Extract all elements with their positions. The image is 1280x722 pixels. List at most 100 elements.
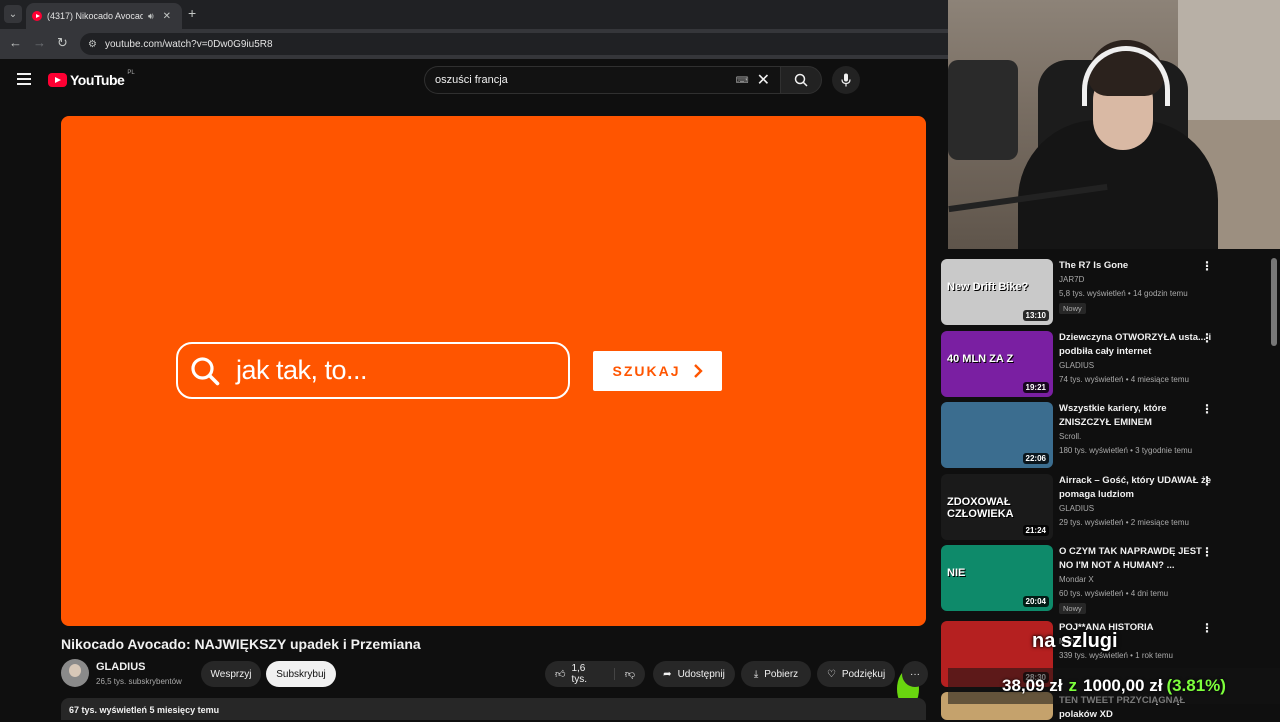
video-search-button-graphic: SZUKAJ xyxy=(593,351,722,391)
channel-avatar[interactable] xyxy=(61,659,89,687)
keyboard-icon[interactable]: ⌨ xyxy=(736,75,749,86)
new-badge: Nowy xyxy=(1059,303,1086,314)
recommendation-item[interactable]: ZDOXOWAŁ CZŁOWIEKA 21:24 Airrack – Gość, k… xyxy=(941,474,1221,542)
like-dislike-group[interactable]: 👍︎ 1,6 tys. 👎︎ xyxy=(545,661,645,687)
channel-name[interactable]: GLADIUS xyxy=(96,661,146,673)
recommendation-thumbnail[interactable]: ZDOXOWAŁ CZŁOWIEKA 21:24 xyxy=(941,474,1053,540)
thumbnail-text: 40 MLN ZA Z xyxy=(947,353,1014,365)
recommendation-channel[interactable]: JAR7D xyxy=(1059,273,1219,287)
webcam-overlay xyxy=(948,0,1280,249)
recommendation-thumbnail[interactable]: NIE 20:04 xyxy=(941,545,1053,611)
video-player[interactable]: jak tak, to... SZUKAJ xyxy=(61,116,926,626)
audio-playing-icon[interactable]: 🔊︎ xyxy=(148,11,154,22)
recommendation-channel[interactable]: GLADIUS xyxy=(1059,502,1219,516)
video-search-text: jak tak, to... xyxy=(236,355,368,385)
hamburger-menu-icon[interactable] xyxy=(17,73,31,88)
heart-dollar-icon: ♡ xyxy=(826,668,836,680)
more-icon: ··· xyxy=(910,668,920,680)
donation-percent: (3.81%) xyxy=(1166,676,1226,695)
recommendation-title[interactable]: Wszystkie kariery, które ZNISZCZYŁ EMINE… xyxy=(1059,402,1215,430)
share-label: Udostępnij xyxy=(677,668,725,680)
chevron-right-icon xyxy=(693,364,703,378)
donation-goal-label: na szlugi xyxy=(1032,630,1118,652)
scrollbar-thumb[interactable] xyxy=(1271,258,1277,346)
youtube-play-icon xyxy=(48,73,67,87)
new-tab-button[interactable]: + xyxy=(188,5,196,21)
voice-search-button[interactable] xyxy=(832,66,860,94)
recommendation-thumbnail[interactable]: 40 MLN ZA Z 19:21 xyxy=(941,331,1053,397)
browser-tab-bar: ⌄ (4317) Nikocado Avocado: N 🔊︎ ✕ + xyxy=(0,0,948,29)
subscribe-button[interactable]: Subskrybuj xyxy=(266,661,336,687)
youtube-logo[interactable]: YouTube PL xyxy=(48,70,135,88)
site-info-icon[interactable]: ⚙ xyxy=(88,39,97,50)
youtube-search-input[interactable]: oszuści francja ⌨ ✕ xyxy=(424,66,780,94)
magnifier-icon xyxy=(191,356,220,385)
donation-goal-bar: 38,09 zł z 1000,00 zł (3.81%) xyxy=(948,668,1280,704)
recommendation-meta: 29 tys. wyświetleń • 2 miesiące temu xyxy=(1059,518,1189,527)
back-arrow-icon[interactable]: ← xyxy=(9,35,22,50)
youtube-wordmark: YouTube xyxy=(70,72,125,88)
video-duration: 22:06 xyxy=(1022,453,1049,464)
recommendation-thumbnail[interactable]: 22:06 xyxy=(941,402,1053,468)
recommendation-item[interactable]: 40 MLN ZA Z 19:21 Dziewczyna OTWORZYŁA ust… xyxy=(941,331,1221,399)
recommendation-channel[interactable]: Scroll. xyxy=(1059,430,1219,444)
share-button[interactable]: ➦ Udostępnij xyxy=(653,661,735,687)
recommendation-meta: 60 tys. wyświetleń • 4 dni temu xyxy=(1059,589,1169,598)
recommendation-item[interactable]: New Drift Bike? 13:10 The R7 Is Gone JAR7D 5… xyxy=(941,259,1221,327)
thumbs-down-icon[interactable]: 👎︎ xyxy=(613,668,635,680)
recommendation-title[interactable]: The R7 Is Gone xyxy=(1059,259,1215,273)
recommendation-title[interactable]: Airrack – Gość, który UDAWAŁ że pomaga l… xyxy=(1059,474,1215,502)
search-button[interactable] xyxy=(780,66,822,94)
search-icon xyxy=(794,73,808,87)
new-badge: Nowy xyxy=(1059,603,1086,614)
browser-tab[interactable]: (4317) Nikocado Avocado: N 🔊︎ ✕ xyxy=(26,3,182,29)
forward-arrow-icon[interactable]: → xyxy=(33,35,46,50)
support-button[interactable]: Wesprzyj xyxy=(201,661,261,687)
thumbnail-text: ZDOXOWAŁ CZŁOWIEKA xyxy=(947,496,1014,520)
video-duration: 21:24 xyxy=(1022,525,1049,536)
recommendation-title[interactable]: O CZYM TAK NAPRAWDĘ JEST NO I'M NOT A HU… xyxy=(1059,545,1215,573)
recommendation-more-icon[interactable]: ⋮ xyxy=(1201,475,1213,487)
recommendation-channel[interactable]: Mondar X xyxy=(1059,573,1219,587)
more-actions-button[interactable]: ··· xyxy=(902,661,928,687)
thanks-button[interactable]: ♡ Podziękuj xyxy=(817,661,895,687)
clear-search-icon[interactable]: ✕ xyxy=(757,70,770,90)
microphone-icon xyxy=(841,73,851,87)
tab-close-icon[interactable]: ✕ xyxy=(163,11,171,22)
recommendation-more-icon[interactable]: ⋮ xyxy=(1201,546,1213,558)
donation-of: z xyxy=(1068,676,1078,695)
video-duration: 19:21 xyxy=(1022,382,1049,393)
recommendation-meta: 5,8 tys. wyświetleń • 14 godzin temu xyxy=(1059,289,1188,298)
recommendation-more-icon[interactable]: ⋮ xyxy=(1201,260,1213,272)
recommendation-more-icon[interactable]: ⋮ xyxy=(1201,332,1213,344)
video-title: Nikocado Avocado: NAJWIĘKSZY upadek i Pr… xyxy=(61,636,421,652)
recommendation-thumbnail[interactable]: New Drift Bike? 13:10 xyxy=(941,259,1053,325)
thumbs-up-icon[interactable]: 👍︎ xyxy=(555,668,565,680)
thanks-label: Podziękuj xyxy=(841,668,886,680)
donation-goal: 1000,00 zł xyxy=(1083,676,1163,695)
reload-icon[interactable]: ↻ xyxy=(57,35,68,51)
recommendation-channel[interactable]: GLADIUS xyxy=(1059,359,1219,373)
thumbnail-text: NIE xyxy=(947,567,966,579)
webcam-clothes xyxy=(948,60,1018,160)
recommendation-meta: 74 tys. wyświetleń • 4 miesiące temu xyxy=(1059,375,1189,384)
search-query[interactable]: oszuści francja xyxy=(435,74,736,86)
recommendation-more-icon[interactable]: ⋮ xyxy=(1201,403,1213,415)
video-duration: 13:10 xyxy=(1022,310,1049,321)
subscribe-label: Subskrybuj xyxy=(276,668,326,680)
recommendation-title[interactable]: Dziewczyna OTWORZYŁA usta... i podbiła c… xyxy=(1059,331,1215,359)
subscriber-count: 26,5 tys. subskrybentów xyxy=(96,677,182,686)
download-button[interactable]: ⤓ Pobierz xyxy=(741,661,811,687)
recommendation-item[interactable]: 22:06 Wszystkie kariery, które ZNISZCZYŁ … xyxy=(941,402,1221,470)
address-url[interactable]: youtube.com/watch?v=0Dw0G9iu5R8 xyxy=(105,39,273,50)
views-and-date: 67 tys. wyświetleń 5 miesięcy temu xyxy=(69,705,220,715)
download-icon: ⤓ xyxy=(753,668,759,680)
description-box[interactable]: 67 tys. wyświetleń 5 miesięcy temu xyxy=(61,698,926,720)
share-icon: ➦ xyxy=(663,668,672,680)
tab-title: (4317) Nikocado Avocado: N xyxy=(47,11,143,21)
address-bar[interactable]: ⚙ youtube.com/watch?v=0Dw0G9iu5R8 xyxy=(80,33,948,55)
recommendation-more-icon[interactable]: ⋮ xyxy=(1201,622,1213,634)
tab-search-button[interactable]: ⌄ xyxy=(4,5,22,23)
video-duration: 20:04 xyxy=(1022,596,1049,607)
recommendation-item[interactable]: NIE 20:04 O CZYM TAK NAPRAWDĘ JEST NO I'M … xyxy=(941,545,1221,614)
